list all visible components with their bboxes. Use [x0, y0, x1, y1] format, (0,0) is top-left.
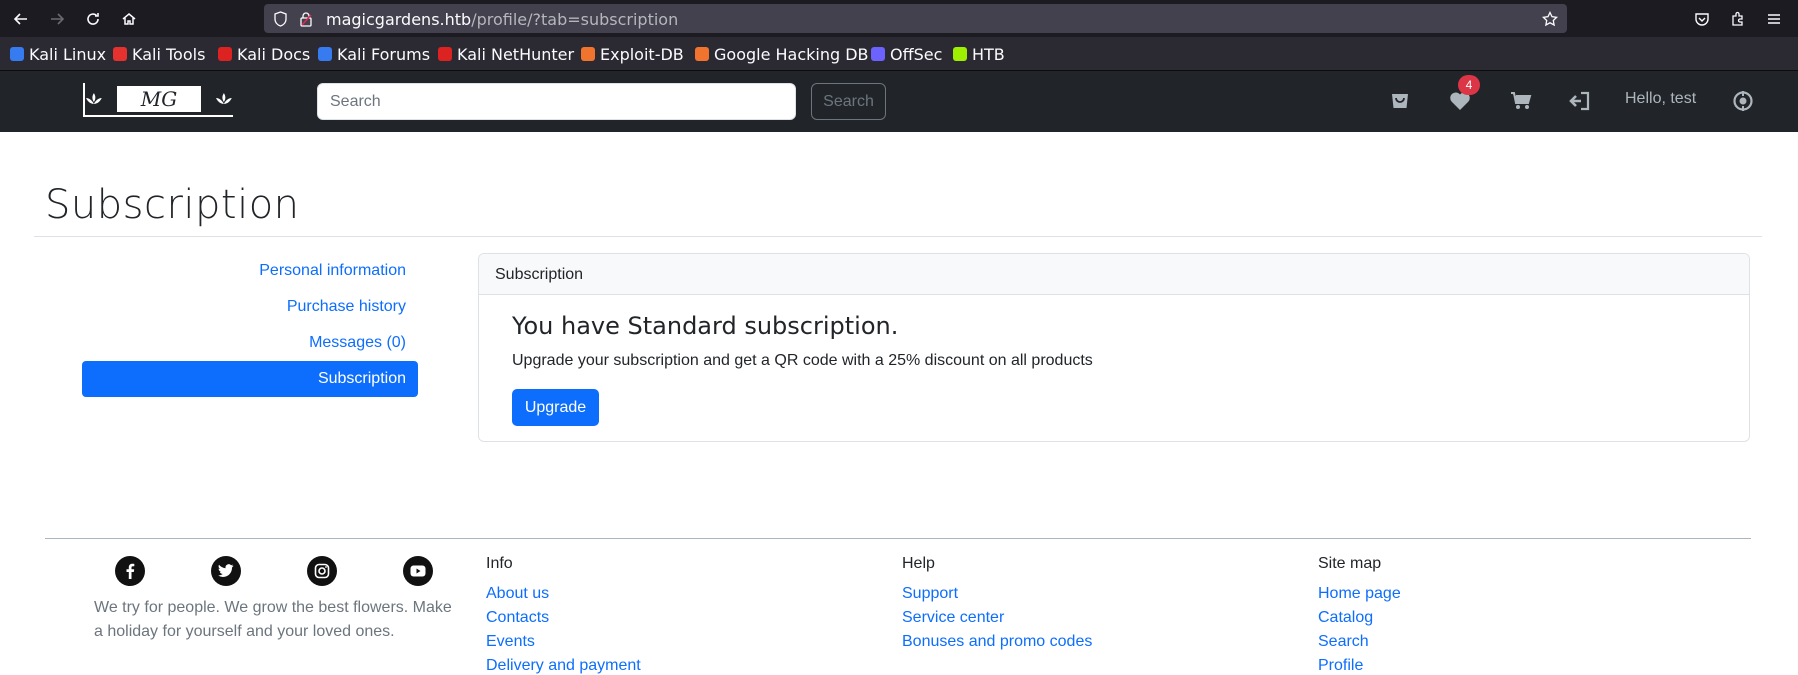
lock-icon[interactable] [297, 10, 314, 27]
sidebar-item-personal-information[interactable]: Personal information [259, 262, 406, 280]
site-logo[interactable]: MG [83, 83, 233, 117]
url-domain: magicgardens.htb [326, 10, 472, 29]
bookmark-label: Kali Tools [132, 44, 206, 64]
subscription-card: Subscription You have Standard subscript… [478, 253, 1750, 442]
pocket-icon[interactable] [1689, 6, 1715, 32]
kali-forums-icon [318, 47, 332, 61]
footer-link-search[interactable]: Search [1318, 633, 1369, 651]
footer-link-home-page[interactable]: Home page [1318, 585, 1401, 603]
subscription-upgrade-text: Upgrade your subscription and get a QR c… [512, 352, 1093, 369]
footer-link-bonuses[interactable]: Bonuses and promo codes [902, 633, 1092, 651]
title-divider [34, 236, 1762, 237]
footer-link-contacts[interactable]: Contacts [486, 609, 549, 627]
bookmarks-bar: Kali Linux Kali Tools Kali Docs Kali For… [0, 37, 1798, 71]
sidebar-item-subscription[interactable]: Subscription [82, 361, 418, 397]
bookmark-kali-nethunter[interactable]: Kali NetHunter [438, 44, 575, 64]
bag-icon[interactable] [1387, 88, 1413, 114]
footer-link-service-center[interactable]: Service center [902, 609, 1004, 627]
reload-icon[interactable] [80, 6, 106, 32]
bookmark-label: Kali Linux [29, 44, 107, 64]
footer-heading-info: Info [486, 555, 513, 572]
logout-icon[interactable] [1567, 88, 1593, 114]
url-bar[interactable]: magicgardens.htb/profile/?tab=subscripti… [264, 4, 1567, 33]
card-header: Subscription [479, 254, 1749, 295]
bookmark-exploit-db[interactable]: Exploit-DB [581, 44, 684, 64]
footer-link-profile[interactable]: Profile [1318, 657, 1363, 675]
bookmark-kali-linux[interactable]: Kali Linux [10, 44, 107, 64]
shield-icon[interactable] [272, 10, 289, 27]
instagram-icon[interactable] [307, 556, 337, 586]
footer-link-events[interactable]: Events [486, 633, 535, 651]
menu-icon[interactable] [1761, 6, 1787, 32]
footer-heading-site-map: Site map [1318, 555, 1382, 572]
logo-text: MG [116, 86, 202, 112]
search-input[interactable] [317, 83, 796, 120]
bookmark-label: Google Hacking DB [714, 44, 869, 64]
footer-link-about-us[interactable]: About us [486, 585, 549, 603]
bookmark-htb[interactable]: HTB [953, 44, 1005, 64]
bookmark-kali-forums[interactable]: Kali Forums [318, 44, 431, 64]
subscription-status-heading: You have Standard subscription. [512, 312, 899, 340]
browser-toolbar: magicgardens.htb/profile/?tab=subscripti… [0, 0, 1798, 37]
url-text[interactable]: magicgardens.htb/profile/?tab=subscripti… [326, 10, 678, 29]
facebook-icon[interactable] [115, 556, 145, 586]
sidebar-item-messages[interactable]: Messages (0) [309, 334, 406, 352]
footer-link-catalog[interactable]: Catalog [1318, 609, 1373, 627]
wishlist-count-badge: 4 [1458, 75, 1480, 95]
bookmark-label: Exploit-DB [600, 44, 684, 64]
kali-tools-icon [113, 47, 127, 61]
rebel-logo-icon[interactable] [1730, 88, 1756, 114]
lotus-icon [216, 93, 233, 104]
search-button[interactable]: Search [811, 83, 886, 120]
bookmark-label: HTB [972, 44, 1005, 64]
lotus-icon [85, 93, 102, 104]
bookmark-label: Kali NetHunter [457, 44, 575, 64]
user-greeting[interactable]: Hello, test [1625, 90, 1696, 108]
page-title: Subscription [45, 182, 300, 228]
footer-link-support[interactable]: Support [902, 585, 958, 603]
kali-linux-icon [10, 47, 24, 61]
sidebar-item-purchase-history[interactable]: Purchase history [287, 298, 406, 316]
youtube-icon[interactable] [403, 556, 433, 586]
forward-icon[interactable] [44, 6, 70, 32]
bookmark-star-icon[interactable] [1541, 10, 1558, 27]
kali-nethunter-icon [438, 47, 452, 61]
home-icon[interactable] [116, 6, 142, 32]
offsec-icon [871, 47, 885, 61]
htb-icon [953, 47, 967, 61]
ghdb-icon [695, 47, 709, 61]
bookmark-label: Kali Forums [337, 44, 431, 64]
bookmark-google-hacking-db[interactable]: Google Hacking DB [695, 44, 869, 64]
bookmark-offsec[interactable]: OffSec [871, 44, 943, 64]
bookmark-kali-tools[interactable]: Kali Tools [113, 44, 206, 64]
exploit-db-icon [581, 47, 595, 61]
twitter-icon[interactable] [211, 556, 241, 586]
bookmark-label: OffSec [890, 44, 943, 64]
bookmark-label: Kali Docs [237, 44, 311, 64]
back-icon[interactable] [8, 6, 34, 32]
footer-about-text: We try for people. We grow the best flow… [94, 599, 452, 640]
footer-link-delivery[interactable]: Delivery and payment [486, 657, 641, 675]
url-path: /profile/?tab=subscription [471, 10, 679, 29]
extensions-icon[interactable] [1725, 6, 1751, 32]
cart-icon[interactable] [1508, 88, 1534, 114]
footer-heading-help: Help [902, 555, 935, 572]
site-navbar: MG Search 4 Hello, test [0, 71, 1798, 132]
footer-divider [45, 538, 1751, 539]
bookmark-kali-docs[interactable]: Kali Docs [218, 44, 311, 64]
upgrade-button[interactable]: Upgrade [512, 389, 599, 426]
kali-docs-icon [218, 47, 232, 61]
